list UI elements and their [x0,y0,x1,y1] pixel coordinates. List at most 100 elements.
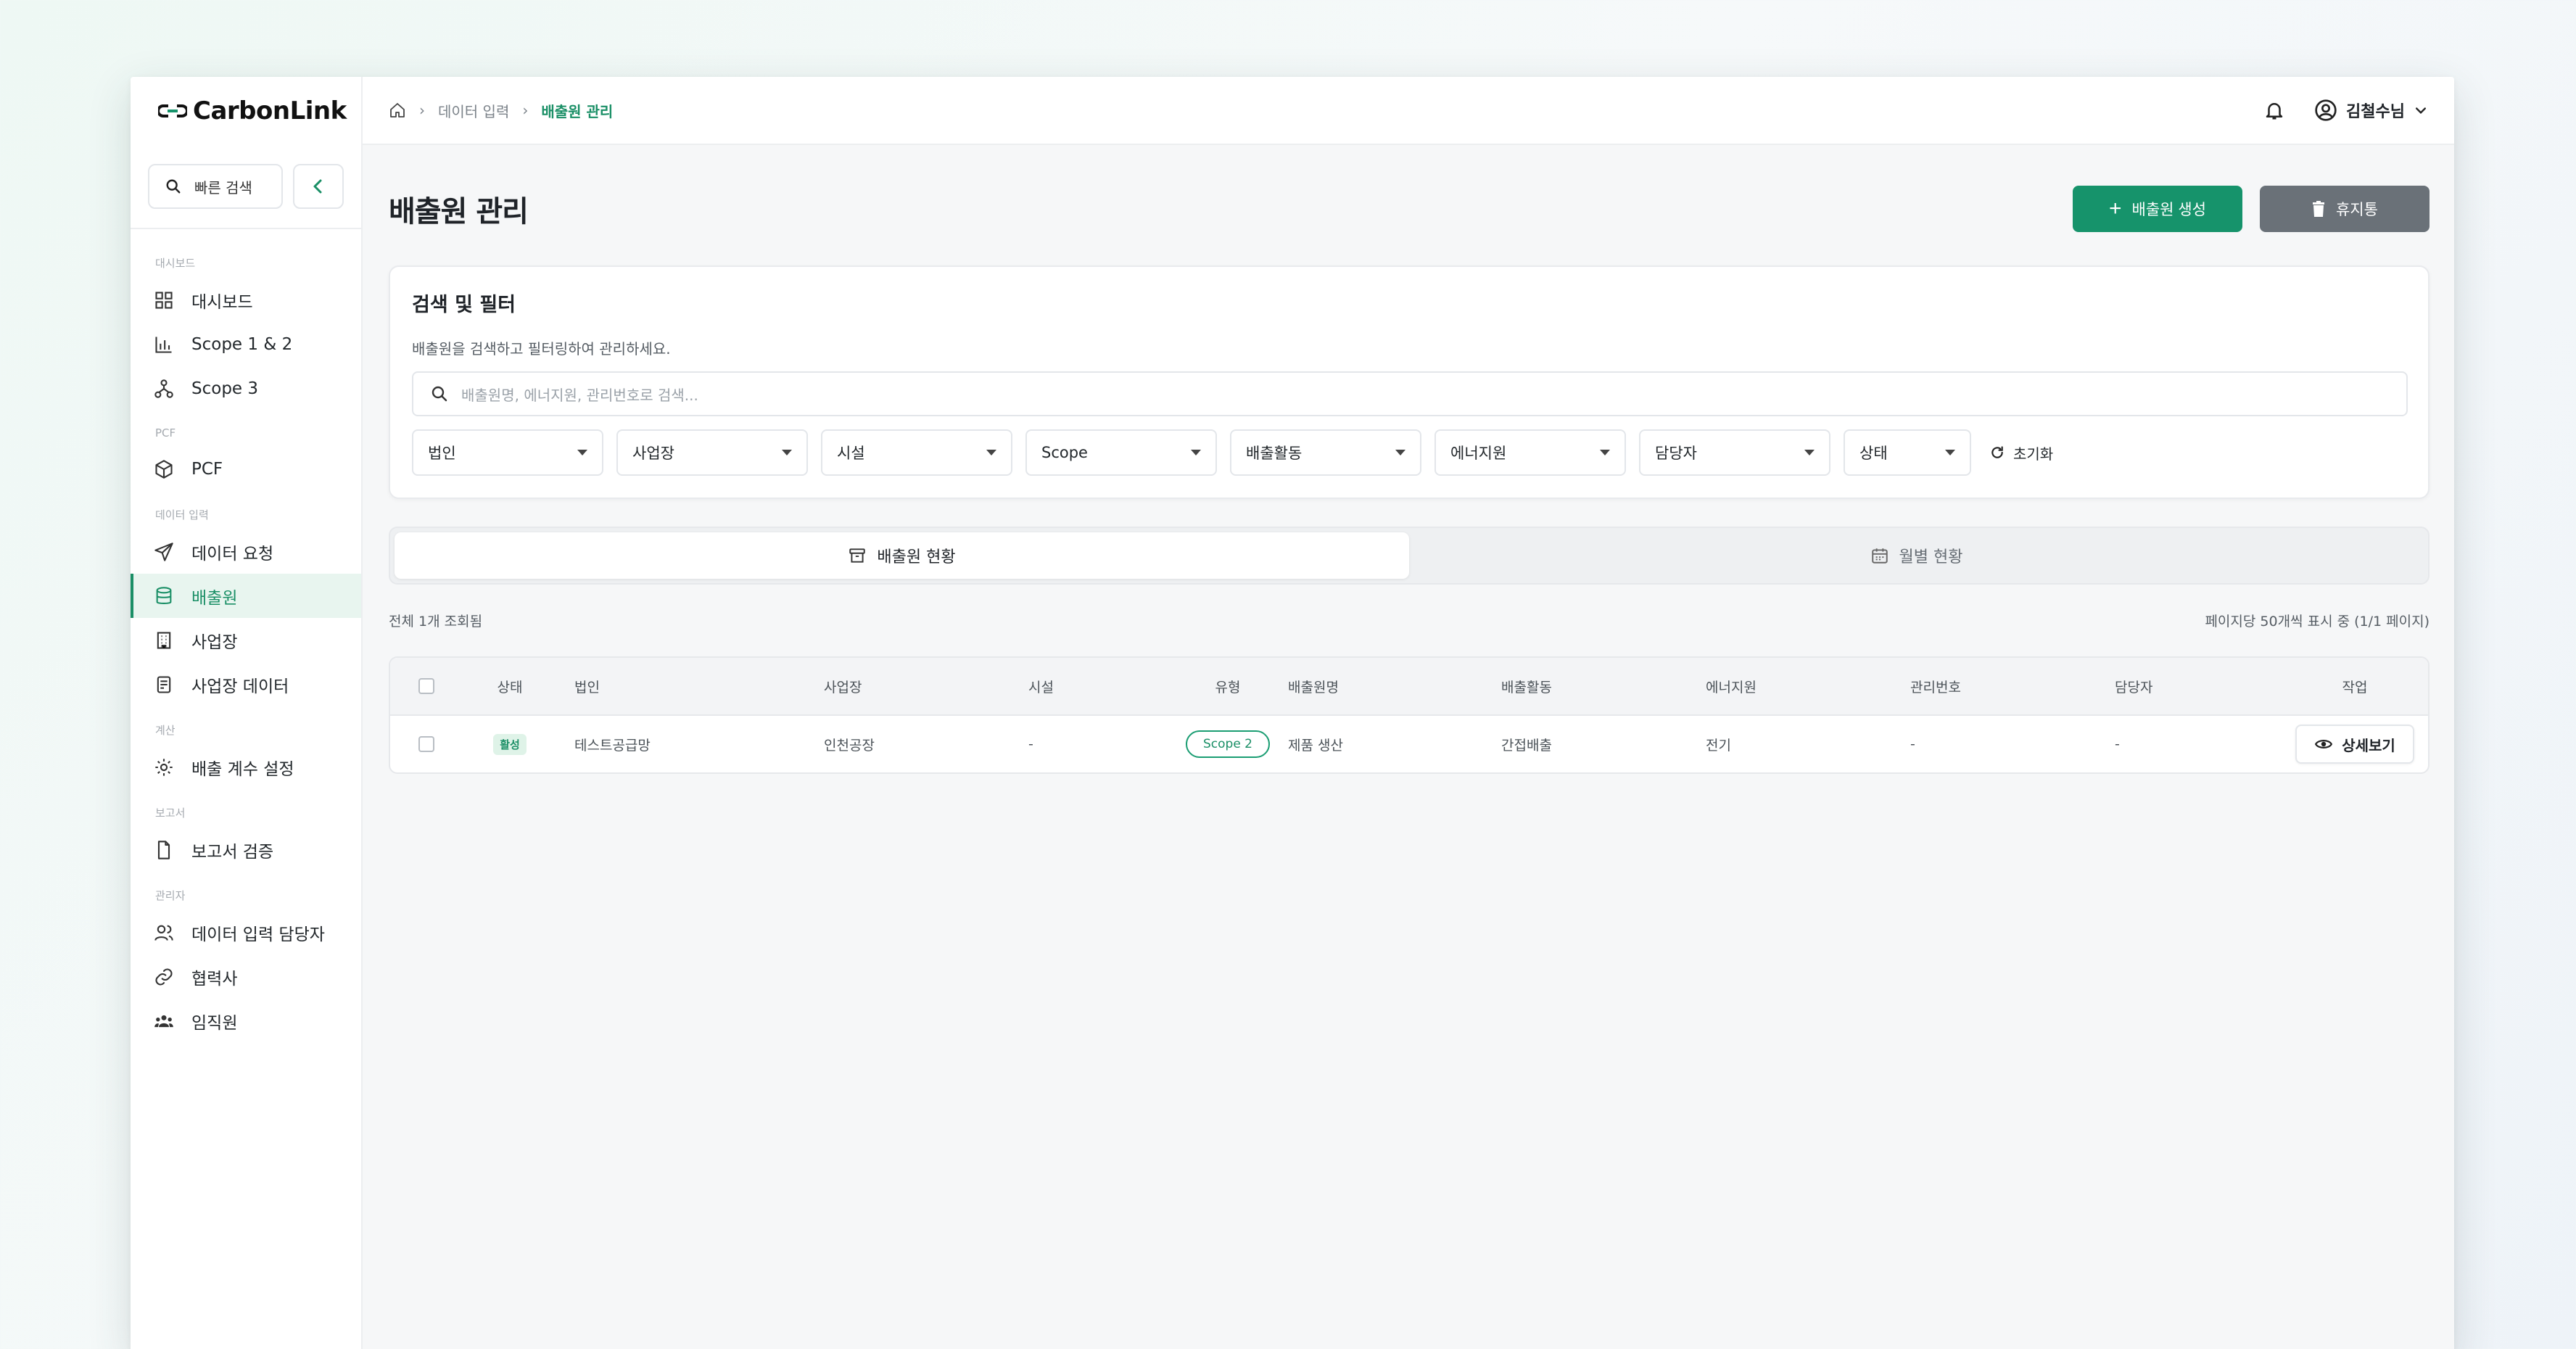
select-label: 상태 [1859,445,1888,462]
table-row[interactable]: 활성 테스트공급망 인천공장 - Scope 2 제품 생산 간접배출 전기 -… [390,716,2428,772]
header-type[interactable]: 유형 [1168,677,1288,696]
link-icon [155,968,173,986]
site-cell: 인천공장 [824,737,875,754]
breadcrumb-data-input[interactable]: 데이터 입력 [438,100,509,121]
header-facility[interactable]: 시설 [1028,677,1168,696]
sidebar-item-scope12[interactable]: Scope 1 & 2 [131,322,361,366]
bell-icon[interactable] [2263,99,2285,121]
home-icon[interactable] [389,102,406,119]
header-action: 작업 [2342,679,2368,696]
sidebar-item-partners[interactable]: 협력사 [131,954,361,999]
trash-button[interactable]: 휴지통 [2260,186,2430,232]
emission-source-table: 상태 법인 사업장 시설 유형 배출원명 배출활동 에너지원 관리번호 담당자 … [389,656,2430,774]
report-check-icon [157,840,170,859]
select-label: 에너지원 [1450,445,1507,462]
chevron-right-icon: › [522,102,529,119]
header-site[interactable]: 사업장 [822,677,1028,696]
sidebar-item-pcf[interactable]: PCF [131,447,361,491]
view-detail-label: 상세보기 [2342,738,2395,754]
status-badge: 활성 [493,733,527,755]
tab-monthly-status[interactable]: 월별 현황 [1409,532,2424,579]
filter-energy-select[interactable]: 에너지원 [1434,429,1626,476]
sidebar-item-label: 배출 계수 설정 [191,759,294,779]
reset-filters-button[interactable]: 초기화 [1984,442,2053,463]
page-title: 배출원 관리 [389,195,529,228]
activity-cell: 간접배출 [1501,737,1552,754]
sidebar-item-dashboard[interactable]: 대시보드 [131,278,361,322]
carbonlink-logo[interactable]: CarbonLink [158,96,347,125]
logo-row: CarbonLink [131,77,361,145]
plus-icon: + [2109,197,2122,220]
box-icon [155,459,173,479]
app-window: CarbonLink 빠른 검색 대시보드 대시보드 Scope 1 & 2 S… [131,77,2454,1349]
owner-cell: - [2115,736,2120,752]
trash-button-label: 휴지통 [2336,202,2378,218]
quick-search-input[interactable]: 빠른 검색 [148,164,283,209]
caret-down-icon [1600,450,1610,455]
select-label: 시설 [837,445,865,462]
sidebar-item-label: 배출원 [191,588,238,608]
header-status[interactable]: 상태 [463,677,557,696]
sidebar-item-employees[interactable]: 임직원 [131,999,361,1043]
header-mgmt-no[interactable]: 관리번호 [1910,677,2115,696]
sidebar: CarbonLink 빠른 검색 대시보드 대시보드 Scope 1 & 2 S… [131,77,363,1349]
sidebar-item-emission-source[interactable]: 배출원 [131,574,361,618]
header-energy[interactable]: 에너지원 [1706,677,1910,696]
total-count: 전체 1개 조회됨 [389,614,483,630]
bar-chart-icon [155,337,172,353]
filter-site-select[interactable]: 사업장 [616,429,808,476]
view-detail-button[interactable]: 상세보기 [2295,725,2414,764]
tab-emission-status[interactable]: 배출원 현황 [395,532,1409,579]
topbar: › 데이터 입력 › 배출원 관리 김철수님 [363,77,2454,145]
filter-owner-select[interactable]: 담당자 [1639,429,1830,476]
search-icon [166,179,181,194]
collapse-sidebar-button[interactable] [293,164,344,209]
archive-icon [849,548,866,563]
sidebar-item-site-data[interactable]: 사업장 데이터 [131,662,361,706]
main-area: › 데이터 입력 › 배출원 관리 김철수님 배출원 관리 + 배출원 생성 휴… [363,77,2454,1349]
sidebar-item-label: Scope 3 [191,379,259,398]
sidebar-item-site[interactable]: 사업장 [131,618,361,662]
send-icon [154,542,173,561]
team-icon [154,1015,173,1027]
user-menu[interactable]: 김철수님 [2314,99,2428,122]
table-header: 상태 법인 사업장 시설 유형 배출원명 배출활동 에너지원 관리번호 담당자 … [390,658,2428,716]
filter-corp-select[interactable]: 법인 [412,429,603,476]
logo-mark-icon [158,104,187,117]
emission-search-input[interactable]: 배출원명, 에너지원, 관리번호로 검색... [412,371,2408,416]
sidebar-item-report-verify[interactable]: 보고서 검증 [131,828,361,872]
paging-info: 페이지당 50개씩 표시 중 (1/1 페이지) [2205,614,2430,630]
row-select-cell [390,736,463,752]
caret-down-icon [1804,450,1815,455]
user-circle-icon [2315,99,2337,121]
create-button-label: 배출원 생성 [2131,202,2206,218]
header-owner[interactable]: 담당자 [2115,677,2282,696]
sidebar-item-data-request[interactable]: 데이터 요청 [131,529,361,574]
filter-card-title: 검색 및 필터 [412,294,516,316]
row-checkbox[interactable] [418,736,434,752]
sidebar-item-input-manager[interactable]: 데이터 입력 담당자 [131,910,361,954]
tab-label: 월별 현황 [1899,548,1963,566]
sidebar-item-scope3[interactable]: Scope 3 [131,366,361,411]
create-emission-source-button[interactable]: + 배출원 생성 [2073,186,2242,232]
sidebar-item-label: 대시보드 [191,292,253,312]
filter-scope-select[interactable]: Scope [1025,429,1217,476]
header-activity[interactable]: 배출활동 [1501,677,1706,696]
sidebar-item-emission-factor[interactable]: 배출 계수 설정 [131,745,361,789]
caret-down-icon [1395,450,1405,455]
header-corp[interactable]: 법인 [557,677,822,696]
topbar-right: 김철수님 [2263,99,2428,122]
select-all-checkbox[interactable] [418,678,434,694]
filter-facility-select[interactable]: 시설 [821,429,1012,476]
header-name[interactable]: 배출원명 [1288,677,1501,696]
sidebar-item-label: PCF [191,459,223,479]
nav-section-pcf: PCF [155,426,176,440]
filter-status-select[interactable]: 상태 [1844,429,1971,476]
database-icon [156,586,172,604]
sidebar-item-label: 사업장 데이터 [191,677,289,696]
gear-icon [155,758,173,776]
filter-activity-select[interactable]: 배출활동 [1230,429,1421,476]
tab-label: 배출원 현황 [877,548,956,566]
logo-text: CarbonLink [193,96,347,125]
building-icon [157,631,171,649]
